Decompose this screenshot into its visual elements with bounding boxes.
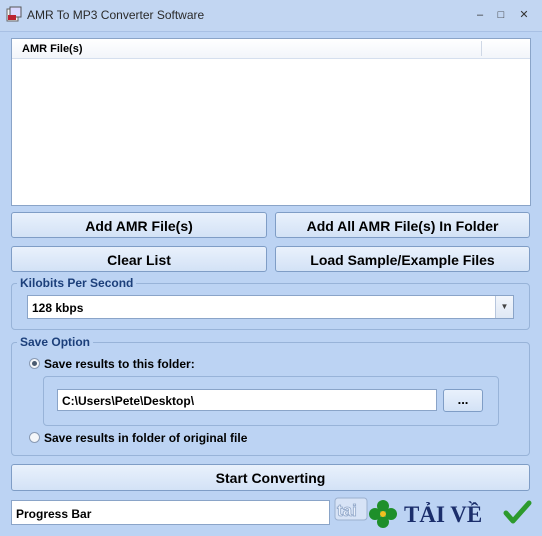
progress-bar-label: Progress Bar — [16, 507, 92, 521]
add-folder-button[interactable]: Add All AMR File(s) In Folder — [275, 212, 530, 238]
column-separator[interactable] — [481, 41, 482, 56]
clover-icon — [369, 500, 397, 528]
progress-bar: Progress Bar — [11, 500, 330, 525]
watermark-brand: TẢI VỀ — [404, 501, 482, 527]
checkmark-icon — [503, 500, 532, 524]
file-list[interactable]: AMR File(s) — [11, 38, 531, 206]
load-samples-button[interactable]: Load Sample/Example Files — [275, 246, 530, 272]
save-to-folder-label[interactable]: Save results to this folder: — [44, 357, 195, 371]
start-converting-button[interactable]: Start Converting — [11, 464, 530, 491]
chevron-down-icon[interactable]: ▼ — [495, 296, 513, 318]
folder-path-input[interactable]: C:\Users\Pete\Desktop\ — [57, 389, 437, 411]
save-to-original-label[interactable]: Save results in folder of original file — [44, 431, 247, 445]
save-to-folder-radio[interactable] — [29, 358, 40, 369]
title-bar: AMR To MP3 Converter Software – □ ✕ — [0, 0, 542, 32]
window-title: AMR To MP3 Converter Software — [27, 8, 205, 22]
app-icon — [6, 6, 22, 22]
taive-watermark-logo: tai TẢI VỀ — [333, 494, 538, 530]
save-option-group-title: Save Option — [17, 335, 94, 349]
bitrate-selected-value: 128 kbps — [32, 301, 84, 315]
minimize-button[interactable]: – — [470, 7, 490, 23]
watermark-prefix: tai — [337, 501, 357, 520]
add-amr-files-button[interactable]: Add AMR File(s) — [11, 212, 267, 238]
clear-list-button[interactable]: Clear List — [11, 246, 267, 272]
browse-button[interactable]: ... — [443, 389, 483, 412]
maximize-button[interactable]: □ — [491, 7, 511, 23]
close-button[interactable]: ✕ — [514, 7, 534, 23]
file-list-header: AMR File(s) — [12, 39, 530, 59]
bitrate-group-title: Kilobits Per Second — [17, 276, 137, 290]
save-to-original-radio[interactable] — [29, 432, 40, 443]
column-header-amr-files[interactable]: AMR File(s) — [22, 43, 83, 55]
bitrate-select[interactable]: 128 kbps ▼ — [27, 295, 514, 319]
